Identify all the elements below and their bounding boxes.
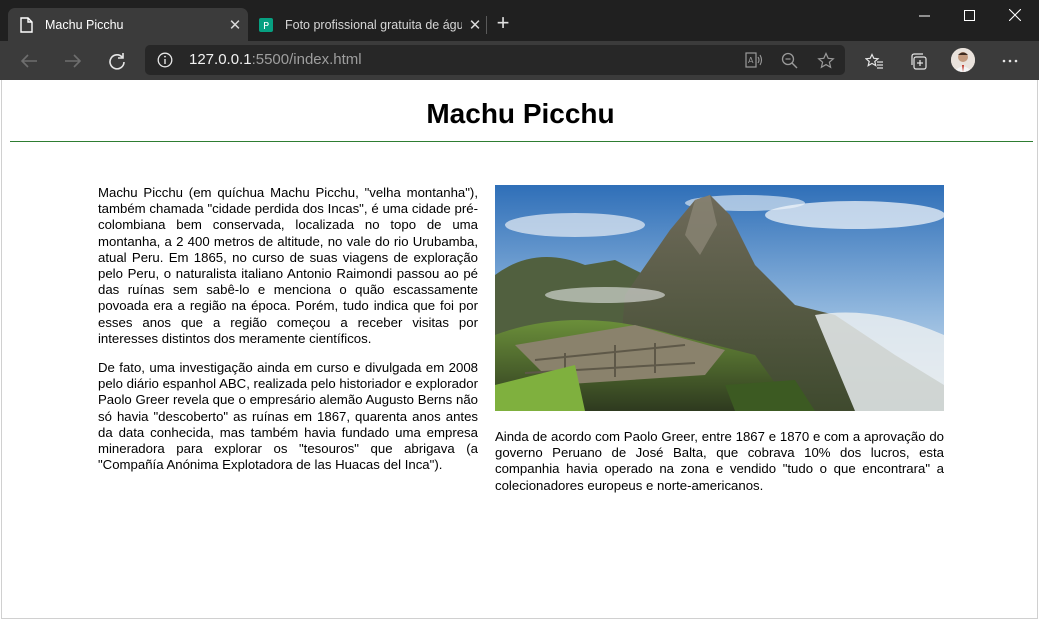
- window-close-icon[interactable]: [992, 0, 1038, 30]
- back-icon[interactable]: [14, 46, 44, 76]
- minimize-icon[interactable]: [901, 0, 947, 30]
- site-info-icon[interactable]: [157, 52, 173, 73]
- forward-icon[interactable]: [58, 46, 88, 76]
- avatar[interactable]: [951, 48, 975, 72]
- page-viewport: Machu Picchu Machu Picchu (em quíchua Ma…: [1, 80, 1038, 619]
- tab-machu-picchu[interactable]: Machu Picchu ✕: [8, 8, 248, 41]
- tab-title: Foto profissional gratuita de águ: [285, 17, 462, 32]
- url-text: 127.0.0.1:5500/index.html: [189, 51, 362, 68]
- tab-separator: [486, 16, 487, 34]
- svg-text:P: P: [263, 21, 269, 32]
- pexels-icon: P: [258, 17, 274, 33]
- maximize-icon[interactable]: [946, 0, 992, 30]
- page-icon: [18, 16, 34, 33]
- close-tab-icon[interactable]: ✕: [222, 16, 248, 34]
- refresh-icon[interactable]: [102, 46, 132, 76]
- right-column: Ainda de acordo com Paolo Greer, entre 1…: [495, 429, 944, 494]
- svg-text:A: A: [748, 56, 754, 65]
- favorite-star-icon[interactable]: [817, 52, 835, 75]
- tab-title: Machu Picchu: [45, 17, 124, 32]
- browser-toolbar: 127.0.0.1:5500/index.html A: [0, 41, 1039, 80]
- paragraph-investigation: De fato, uma investigação ainda em curso…: [98, 360, 478, 473]
- favorites-icon[interactable]: [864, 53, 884, 75]
- tab-pexels[interactable]: P Foto profissional gratuita de águ ✕: [248, 8, 488, 41]
- zoom-out-icon[interactable]: [781, 52, 799, 75]
- close-tab-icon[interactable]: ✕: [462, 16, 488, 34]
- new-tab-icon[interactable]: +: [492, 12, 514, 36]
- collections-icon[interactable]: [910, 53, 928, 75]
- paragraph-intro: Machu Picchu (em quíchua Machu Picchu, "…: [98, 185, 478, 346]
- more-options-icon[interactable]: [1001, 53, 1019, 74]
- machu-picchu-photo: [495, 185, 944, 411]
- address-bar[interactable]: 127.0.0.1:5500/index.html A: [145, 45, 845, 75]
- left-column: Machu Picchu (em quíchua Machu Picchu, "…: [98, 185, 478, 486]
- page-title: Machu Picchu: [426, 98, 615, 129]
- read-aloud-icon[interactable]: A: [745, 52, 763, 73]
- heading-divider: [10, 141, 1033, 142]
- tab-strip: Machu Picchu ✕ P Foto profissional gratu…: [0, 0, 1039, 41]
- paragraph-greer: Ainda de acordo com Paolo Greer, entre 1…: [495, 429, 944, 493]
